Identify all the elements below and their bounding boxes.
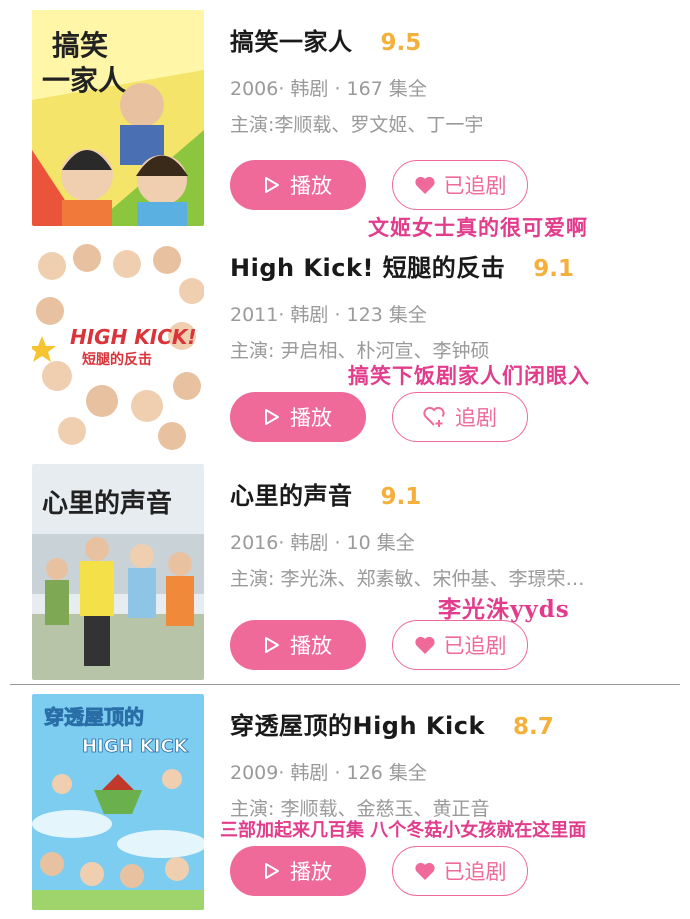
poster-title-line1: 搞笑 bbox=[52, 29, 108, 62]
poster-image[interactable]: 搞笑 一家人 bbox=[32, 10, 204, 226]
drama-title: 搞笑一家人 bbox=[230, 28, 353, 56]
heart-filled-icon bbox=[414, 635, 436, 655]
follow-label: 已追剧 bbox=[443, 634, 507, 658]
poster-title-line2: HIGH KICK bbox=[82, 736, 189, 757]
drama-card[interactable]: 心里的声音 心里的声音 9.1 2016· 韩剧 · 10 集全 主演: 李光洙… bbox=[0, 454, 690, 680]
poster-title-line1: 穿透屋顶的 bbox=[44, 705, 144, 729]
poster-image[interactable]: 心里的声音 bbox=[32, 464, 204, 680]
drama-title: 穿透屋顶的High Kick bbox=[230, 712, 485, 740]
follow-label: 已追剧 bbox=[443, 860, 507, 884]
play-icon bbox=[264, 636, 280, 654]
poster-image[interactable]: 穿透屋顶的 HIGH KICK bbox=[32, 694, 204, 910]
drama-title: 心里的声音 bbox=[230, 482, 353, 510]
rating: 9.5 bbox=[380, 30, 422, 56]
follow-button[interactable]: 追剧 bbox=[392, 392, 528, 442]
play-label: 播放 bbox=[290, 634, 332, 658]
play-button[interactable]: 播放 bbox=[230, 160, 366, 210]
poster-title-line1: HIGH KICK! bbox=[70, 325, 197, 349]
handwritten-note: 三部加起来几百集 八个冬菇小女孩就在这里面 bbox=[220, 820, 587, 841]
drama-meta: 2016· 韩剧 · 10 集全 bbox=[230, 532, 415, 554]
heart-filled-icon bbox=[414, 175, 436, 195]
play-label: 播放 bbox=[290, 174, 332, 198]
play-button[interactable]: 播放 bbox=[230, 846, 366, 896]
poster-title-line2: 一家人 bbox=[42, 64, 126, 97]
play-label: 播放 bbox=[290, 406, 332, 430]
drama-list: 搞笑 一家人 搞笑一家人 9.5 2006· 韩剧 · 167 集全 主演:李顺… bbox=[0, 0, 690, 919]
drama-meta: 2006· 韩剧 · 167 集全 bbox=[230, 78, 427, 100]
rating: 9.1 bbox=[380, 484, 422, 510]
heart-filled-icon bbox=[414, 861, 436, 881]
rating: 8.7 bbox=[512, 714, 554, 740]
followed-button[interactable]: 已追剧 bbox=[392, 160, 528, 210]
play-icon bbox=[264, 408, 280, 426]
drama-cast: 主演: 尹启相、朴河宣、李钟硕 bbox=[230, 340, 490, 362]
rating: 9.1 bbox=[533, 256, 574, 282]
play-icon bbox=[264, 862, 280, 880]
follow-label: 已追剧 bbox=[443, 174, 507, 198]
title-row: High Kick! 短腿的反击 9.1 bbox=[230, 248, 574, 284]
follow-label: 追剧 bbox=[455, 406, 497, 430]
drama-card[interactable]: 搞笑 一家人 搞笑一家人 9.5 2006· 韩剧 · 167 集全 主演:李顺… bbox=[0, 0, 690, 240]
poster-image[interactable]: HIGH KICK! 短腿的反击 bbox=[32, 236, 204, 452]
play-button[interactable]: 播放 bbox=[230, 620, 366, 670]
play-label: 播放 bbox=[290, 860, 332, 884]
play-button[interactable]: 播放 bbox=[230, 392, 366, 442]
drama-cast: 主演:李顺载、罗文姬、丁一宇 bbox=[230, 114, 484, 136]
followed-button[interactable]: 已追剧 bbox=[392, 620, 528, 670]
handwritten-note: 搞笑下饭剧家人们闭眼入 bbox=[348, 363, 590, 388]
poster-title-line2: 短腿的反击 bbox=[82, 351, 152, 368]
drama-card[interactable]: HIGH KICK! 短腿的反击 High Kick! 短腿的反击 9.1 20… bbox=[0, 226, 690, 452]
drama-title: High Kick! 短腿的反击 bbox=[230, 254, 506, 282]
title-row: 心里的声音 9.1 bbox=[230, 476, 421, 512]
title-row: 穿透屋顶的High Kick 8.7 bbox=[230, 706, 554, 742]
drama-cast: 主演: 李光洙、郑素敏、宋仲基、李璟荣… bbox=[230, 568, 585, 590]
drama-meta: 2011· 韩剧 · 123 集全 bbox=[230, 304, 427, 326]
poster-title: 心里的声音 bbox=[42, 488, 172, 519]
handwritten-note: 李光洙yyds bbox=[438, 596, 570, 623]
title-row: 搞笑一家人 9.5 bbox=[230, 22, 421, 58]
drama-meta: 2009· 韩剧 · 126 集全 bbox=[230, 762, 427, 784]
followed-button[interactable]: 已追剧 bbox=[392, 846, 528, 896]
play-icon bbox=[264, 176, 280, 194]
heart-add-icon bbox=[423, 406, 447, 428]
drama-card[interactable]: 穿透屋顶的 HIGH KICK 穿透屋顶的High Kick 8.7 2009·… bbox=[0, 684, 690, 910]
